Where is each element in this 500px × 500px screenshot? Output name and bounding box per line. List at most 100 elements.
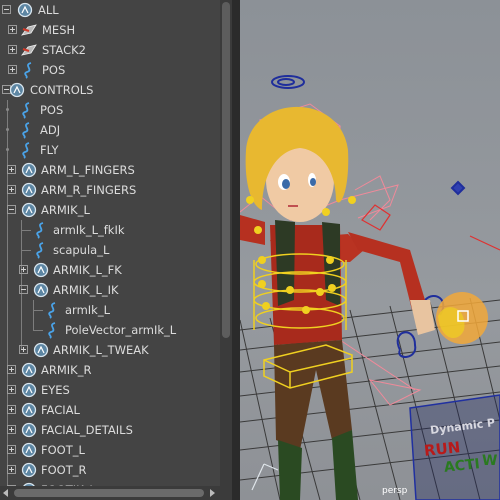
outliner-item-label: ARM_R_FINGERS (41, 183, 137, 197)
expand-toggle[interactable] (19, 265, 28, 274)
expand-toggle[interactable] (7, 445, 16, 454)
curve-icon (36, 222, 44, 239)
outliner-item-label: ARMIK_L_FK (53, 263, 122, 277)
transform-icon (21, 442, 37, 458)
outliner-item-mesh[interactable]: MESH (0, 20, 232, 40)
collapse-toggle[interactable] (19, 285, 28, 294)
outliner-item-label: armIk_L_fkIk (53, 223, 125, 237)
curve-icon (22, 102, 30, 119)
outliner-item-label: ARMIK_L (41, 203, 90, 217)
outliner-item-label: ARMIK_L_IK (53, 283, 119, 297)
expand-toggle[interactable] (8, 65, 17, 74)
outliner-item-armik-l-fkik[interactable]: armIk_L_fkIk (0, 220, 232, 240)
outliner-item-armik-l-ctrl[interactable]: armIk_L (0, 300, 232, 320)
horizontal-scrollbar-thumb[interactable] (14, 489, 204, 497)
outliner-item-eyes[interactable]: EYES (0, 380, 232, 400)
transform-icon (21, 362, 37, 378)
camera-label: persp (382, 486, 408, 496)
transform-icon (21, 382, 37, 398)
outliner-item-label: ARMIK_R (41, 363, 92, 377)
outliner-item-armik-l-ik[interactable]: ARMIK_L_IK (0, 280, 232, 300)
outliner-item-foot-l[interactable]: FOOT_L (0, 440, 232, 460)
outliner-item-armik-l-tweak[interactable]: ARMIK_L_TWEAK (0, 340, 232, 360)
leaf-dot (6, 128, 9, 131)
expand-toggle[interactable] (7, 385, 16, 394)
expand-toggle[interactable] (8, 25, 17, 34)
vertical-scrollbar-thumb[interactable] (222, 2, 230, 338)
curve-icon (22, 122, 30, 139)
expand-toggle[interactable] (8, 45, 17, 54)
transform-icon (21, 202, 37, 218)
sign-w-text: W (482, 453, 498, 469)
scroll-right-arrow-icon[interactable] (210, 489, 215, 497)
outliner-item-label: scapula_L (53, 243, 110, 257)
leaf-dot (6, 148, 9, 151)
outliner-item-label: FOOT_R (41, 463, 87, 477)
curve-icon (48, 322, 56, 339)
panel-divider[interactable] (232, 0, 240, 500)
outliner-item-label: STACK2 (42, 43, 86, 57)
outliner-item-arm-r-fingers[interactable]: ARM_R_FINGERS (0, 180, 232, 200)
outliner-item-label: FACIAL (41, 403, 80, 417)
sign-run-text: RUN (423, 438, 462, 460)
outliner-item-pos[interactable]: POS (0, 60, 232, 80)
outliner-item-facial[interactable]: FACIAL (0, 400, 232, 420)
transform-icon (21, 162, 37, 178)
expand-toggle[interactable] (7, 425, 16, 434)
character-model (240, 106, 435, 500)
outliner-item-label: FOOT_L (41, 443, 85, 457)
outliner-item-armik-l[interactable]: ARMIK_L (0, 200, 232, 220)
curve-icon (24, 62, 32, 79)
mesh-group-icon (21, 44, 37, 56)
transform-icon (17, 2, 33, 18)
transform-icon (33, 342, 49, 358)
curve-icon (36, 242, 44, 259)
outliner-item-adj[interactable]: ADJ (0, 120, 232, 140)
curve-icon (48, 302, 56, 319)
expand-toggle[interactable] (7, 405, 16, 414)
outliner-item-label: MESH (42, 23, 76, 37)
outliner-item-stack2[interactable]: STACK2 (0, 40, 232, 60)
outliner-item-label: ALL (38, 3, 59, 17)
outliner-item-foot-r[interactable]: FOOT_R (0, 460, 232, 480)
outliner-item-label: POS (42, 63, 66, 77)
transform-icon (21, 422, 37, 438)
leaf-dot (6, 108, 9, 111)
expand-toggle[interactable] (7, 365, 16, 374)
transform-icon (21, 182, 37, 198)
mesh-group-icon (21, 24, 37, 36)
expand-toggle[interactable] (19, 345, 28, 354)
outliner-item-label: CONTROLS (30, 83, 94, 97)
outliner-item-armik-l-fk[interactable]: ARMIK_L_FK (0, 260, 232, 280)
outliner-item-label: FLY (40, 143, 59, 157)
outliner-item-all[interactable]: ALL (0, 0, 232, 20)
outliner-item-label: ADJ (40, 123, 61, 137)
3d-viewport[interactable]: Dynamic P RUN W ACTI persp (240, 0, 500, 500)
scroll-left-arrow-icon[interactable] (3, 489, 8, 497)
transform-icon (9, 82, 25, 98)
outliner-item-label: ARM_L_FINGERS (41, 163, 135, 177)
expand-toggle[interactable] (7, 185, 16, 194)
transform-icon (21, 462, 37, 478)
expand-toggle[interactable] (7, 165, 16, 174)
curve-icon (22, 142, 30, 159)
outliner-item-label: PoleVector_armIk_L (65, 323, 177, 337)
outliner-item-facial-details[interactable]: FACIAL_DETAILS (0, 420, 232, 440)
transform-icon (33, 282, 49, 298)
transform-icon (21, 402, 37, 418)
transform-icon (33, 262, 49, 278)
expand-toggle[interactable] (7, 465, 16, 474)
outliner-item-controls[interactable]: CONTROLS (0, 80, 232, 100)
outliner-item-scapula-l[interactable]: scapula_L (0, 240, 232, 260)
collapse-toggle[interactable] (2, 5, 11, 14)
outliner-item-fly[interactable]: FLY (0, 140, 232, 160)
outliner-item-polevector-armik-l[interactable]: PoleVector_armIk_L (0, 320, 232, 340)
outliner-item-arm-l-fingers[interactable]: ARM_L_FINGERS (0, 160, 232, 180)
outliner-item-label: FACIAL_DETAILS (41, 423, 133, 437)
collapse-toggle[interactable] (7, 205, 16, 214)
outliner-panel: ALL MESH STACK2 POS CONTROLS POS ADJ FLY… (0, 0, 232, 500)
outliner-item-label: armIk_L (65, 303, 110, 317)
outliner-item-armik-r[interactable]: ARMIK_R (0, 360, 232, 380)
outliner-item-label: EYES (41, 383, 70, 397)
outliner-item-pos[interactable]: POS (0, 100, 232, 120)
